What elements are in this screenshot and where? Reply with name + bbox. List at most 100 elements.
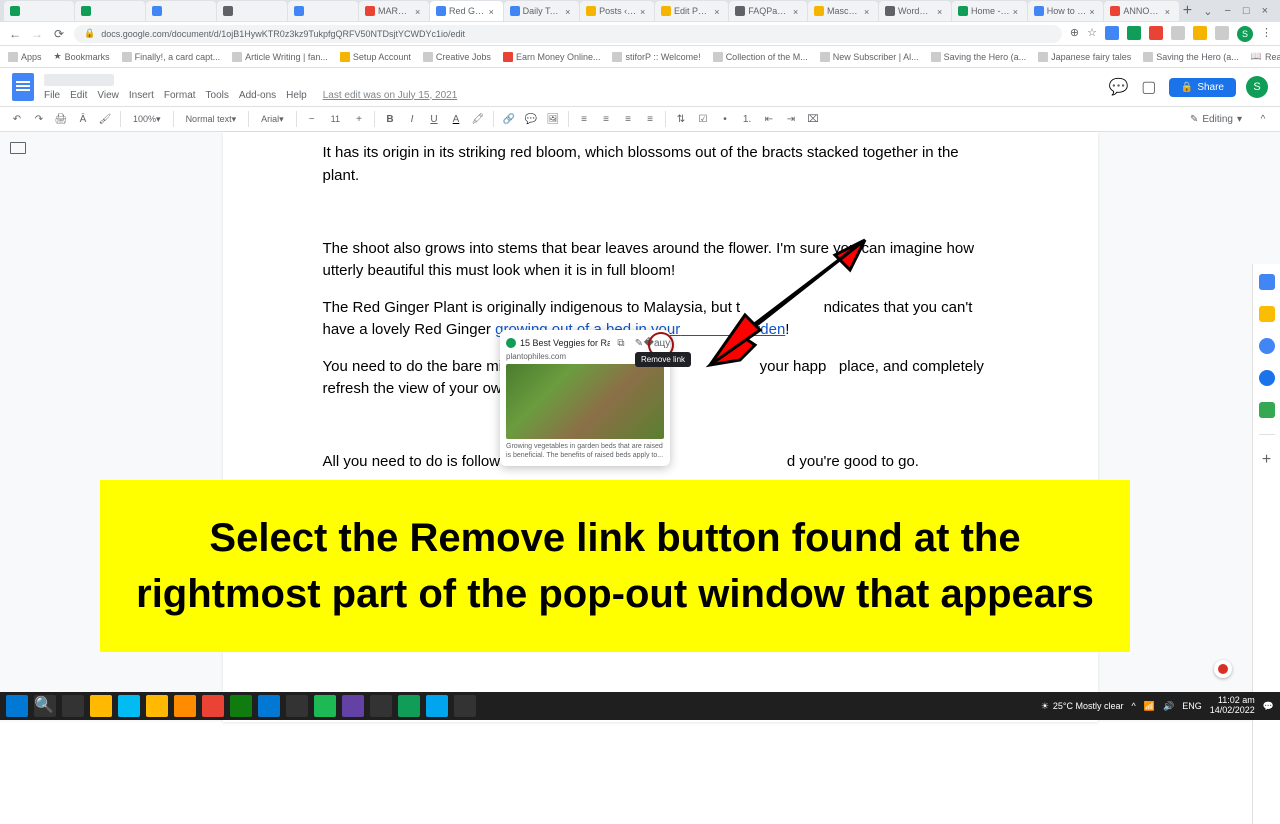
calendar-icon[interactable] — [1259, 274, 1275, 290]
zoom-icon[interactable]: ⊕ — [1070, 26, 1079, 42]
outline-toggle-icon[interactable] — [10, 142, 26, 154]
image-button[interactable]: 🖼 — [544, 110, 562, 128]
tab-10[interactable]: FAQPage JS× — [729, 1, 807, 21]
wifi-icon[interactable]: 📶 — [1144, 701, 1155, 712]
document-title[interactable] — [44, 74, 114, 86]
last-edit-link[interactable]: Last edit was on July 15, 2021 — [323, 90, 458, 101]
contacts-icon[interactable] — [1259, 370, 1275, 386]
reading-list[interactable]: 📖Reading list — [1251, 51, 1280, 62]
system-clock[interactable]: 11:02 am 14/02/2022 — [1210, 696, 1255, 716]
tab-14[interactable]: How to Rem× — [1028, 1, 1104, 21]
language-indicator[interactable]: ENG — [1182, 701, 1202, 711]
taskbar-app-11[interactable] — [370, 695, 392, 717]
remove-link-button[interactable]: �ацу — [650, 336, 664, 350]
comment-history-icon[interactable]: 💬 — [1109, 77, 1129, 97]
tab-8[interactable]: Posts ‹ Mas× — [580, 1, 654, 21]
taskbar-app-2[interactable] — [118, 695, 140, 717]
search-button[interactable]: 🔍 — [34, 695, 56, 717]
extension-icon-4[interactable] — [1171, 26, 1185, 40]
increase-indent-button[interactable]: ⇥ — [782, 110, 800, 128]
align-left-button[interactable]: ≡ — [575, 110, 593, 128]
copy-link-button[interactable]: ⧉ — [614, 336, 628, 350]
bookmark-3[interactable]: Article Writing | fan... — [232, 52, 328, 62]
menu-view[interactable]: View — [97, 90, 119, 101]
taskbar-app-4[interactable] — [174, 695, 196, 717]
taskbar-app-10[interactable] — [342, 695, 364, 717]
extension-icon-6[interactable] — [1215, 26, 1229, 40]
menu-edit[interactable]: Edit — [70, 90, 87, 101]
comment-button[interactable]: 💬 — [522, 110, 540, 128]
taskbar-app-13[interactable] — [426, 695, 448, 717]
tab-15[interactable]: ANNOYING× — [1104, 1, 1178, 21]
style-select[interactable]: Normal text ▾ — [180, 110, 243, 128]
clear-format-button[interactable]: ⌧ — [804, 110, 822, 128]
menu-format[interactable]: Format — [164, 90, 196, 101]
taskbar-app-1[interactable] — [90, 695, 112, 717]
print-button[interactable]: 🖨 — [52, 110, 70, 128]
bookmark-2[interactable]: Finally!, a card capt... — [122, 52, 221, 62]
tab-7[interactable]: Daily Task S× — [504, 1, 579, 21]
window-minimize-icon[interactable]: − — [1224, 5, 1230, 18]
address-bar[interactable]: 🔒 docs.google.com/document/d/1ojB1HywKTR… — [74, 25, 1062, 43]
menu-icon[interactable]: ⋮ — [1261, 26, 1272, 42]
tab-13[interactable]: Home - Can× — [952, 1, 1027, 21]
taskbar-app-9[interactable] — [314, 695, 336, 717]
maps-icon[interactable] — [1259, 402, 1275, 418]
underline-button[interactable]: U — [425, 110, 443, 128]
numbered-list-button[interactable]: 1. — [738, 110, 756, 128]
tab-6-active[interactable]: Red Ginger× — [430, 1, 503, 21]
add-addon-icon[interactable]: + — [1259, 451, 1275, 467]
paragraph-2[interactable]: The shoot also grows into stems that bea… — [323, 238, 998, 283]
font-size-field[interactable]: 11 — [325, 110, 346, 128]
extension-icon-5[interactable] — [1193, 26, 1207, 40]
window-dropdown-icon[interactable]: ⌄ — [1203, 5, 1212, 18]
tab-9[interactable]: Edit Post "2× — [655, 1, 728, 21]
reload-button[interactable]: ⟳ — [52, 27, 66, 41]
text-color-button[interactable]: A — [447, 110, 465, 128]
collapse-toolbar-button[interactable]: ^ — [1254, 110, 1272, 128]
start-button[interactable] — [6, 695, 28, 717]
align-justify-button[interactable]: ≡ — [641, 110, 659, 128]
notification-badge-icon[interactable] — [1214, 660, 1232, 678]
paint-format-button[interactable]: 🖌 — [96, 110, 114, 128]
new-tab-button[interactable]: + — [1180, 2, 1196, 20]
bookmark-5[interactable]: Creative Jobs — [423, 52, 491, 62]
menu-insert[interactable]: Insert — [129, 90, 154, 101]
profile-avatar[interactable]: S — [1237, 26, 1253, 42]
link-button[interactable]: 🔗 — [500, 110, 518, 128]
bookmark-7[interactable]: stiforP :: Welcome! — [612, 52, 700, 62]
bookmark-10[interactable]: Saving the Hero (a... — [931, 52, 1027, 62]
taskbar-app-8[interactable] — [286, 695, 308, 717]
forward-button[interactable]: → — [30, 27, 44, 41]
account-avatar[interactable]: S — [1246, 76, 1268, 98]
menu-tools[interactable]: Tools — [206, 90, 229, 101]
redo-button[interactable]: ↷ — [30, 110, 48, 128]
align-center-button[interactable]: ≡ — [597, 110, 615, 128]
menu-addons[interactable]: Add-ons — [239, 90, 276, 101]
bookmark-4[interactable]: Setup Account — [340, 52, 411, 62]
font-size-increase[interactable]: + — [350, 110, 368, 128]
taskbar-app-6[interactable] — [230, 695, 252, 717]
back-button[interactable]: ← — [8, 27, 22, 41]
star-icon[interactable]: ☆ — [1087, 26, 1097, 42]
share-button[interactable]: 🔒 Share — [1169, 78, 1236, 97]
popup-title[interactable]: 15 Best Veggies for Raised... — [520, 338, 610, 348]
extension-icon-2[interactable] — [1127, 26, 1141, 40]
extension-icon-1[interactable] — [1105, 26, 1119, 40]
window-close-icon[interactable]: × — [1262, 5, 1268, 18]
meet-icon[interactable]: ▢ — [1139, 77, 1159, 97]
taskbar-app-12[interactable] — [398, 695, 420, 717]
tab-12[interactable]: WordCount× — [879, 1, 951, 21]
tray-chevron-icon[interactable]: ^ — [1132, 701, 1136, 711]
volume-icon[interactable]: 🔊 — [1163, 701, 1174, 712]
task-view-button[interactable] — [62, 695, 84, 717]
keep-icon[interactable] — [1259, 306, 1275, 322]
tab-0[interactable] — [4, 1, 74, 21]
docs-logo-icon[interactable] — [12, 73, 34, 101]
extension-icon-3[interactable] — [1149, 26, 1163, 40]
bookmark-6[interactable]: Earn Money Online... — [503, 52, 601, 62]
taskbar-app-5[interactable] — [202, 695, 224, 717]
taskbar-app-3[interactable] — [146, 695, 168, 717]
taskbar-app-14[interactable] — [454, 695, 476, 717]
highlight-button[interactable]: 🖍 — [469, 110, 487, 128]
